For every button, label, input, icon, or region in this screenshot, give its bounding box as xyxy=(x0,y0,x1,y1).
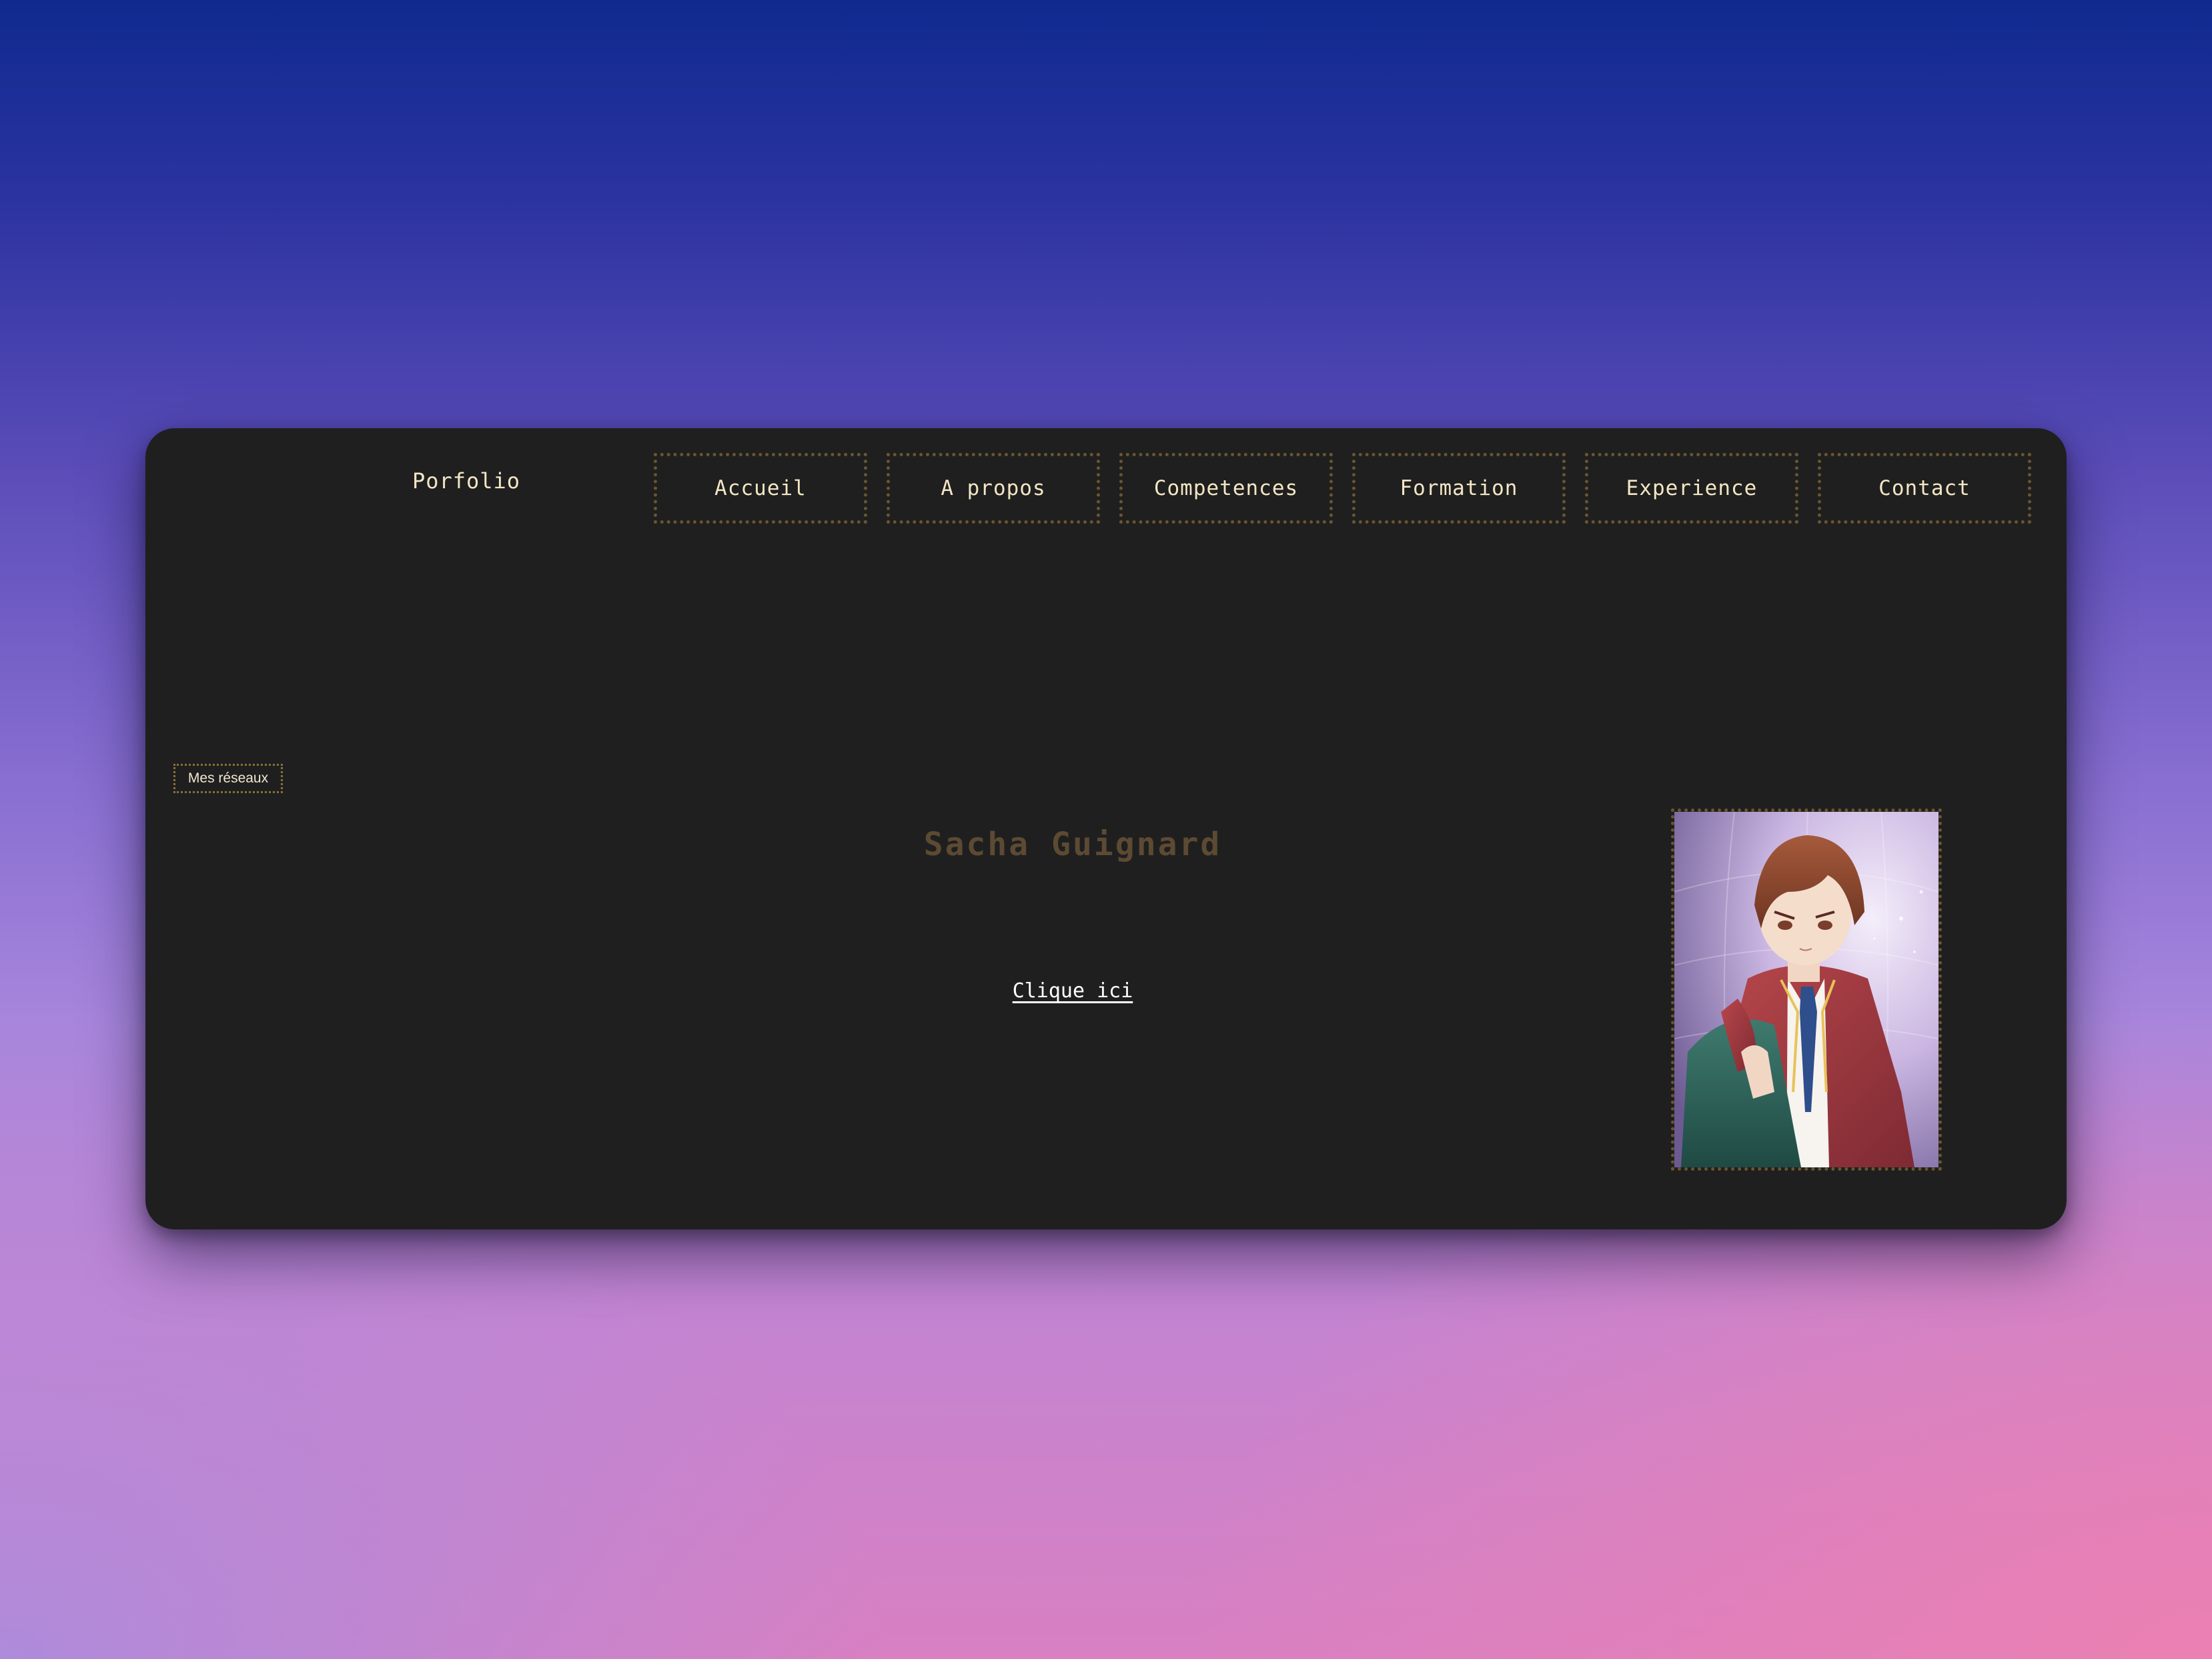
profile-portrait xyxy=(1671,808,1942,1171)
cta-link[interactable]: Clique ici xyxy=(973,979,1173,1003)
portfolio-window: Porfolio Accueil A propos Competences Fo… xyxy=(145,428,2067,1229)
hero-name: Sacha Guignard xyxy=(923,826,1222,863)
nav-competences[interactable]: Competences xyxy=(1119,453,1333,524)
nav-contact[interactable]: Contact xyxy=(1818,453,2031,524)
main-nav: Accueil A propos Competences Formation E… xyxy=(654,453,2031,524)
brand-title[interactable]: Porfolio xyxy=(356,468,576,494)
socials-button[interactable]: Mes réseaux xyxy=(173,764,283,793)
nav-experience[interactable]: Experience xyxy=(1585,453,1798,524)
nav-formation[interactable]: Formation xyxy=(1352,453,1566,524)
nav-a-propos[interactable]: A propos xyxy=(887,453,1100,524)
nav-accueil[interactable]: Accueil xyxy=(654,453,867,524)
